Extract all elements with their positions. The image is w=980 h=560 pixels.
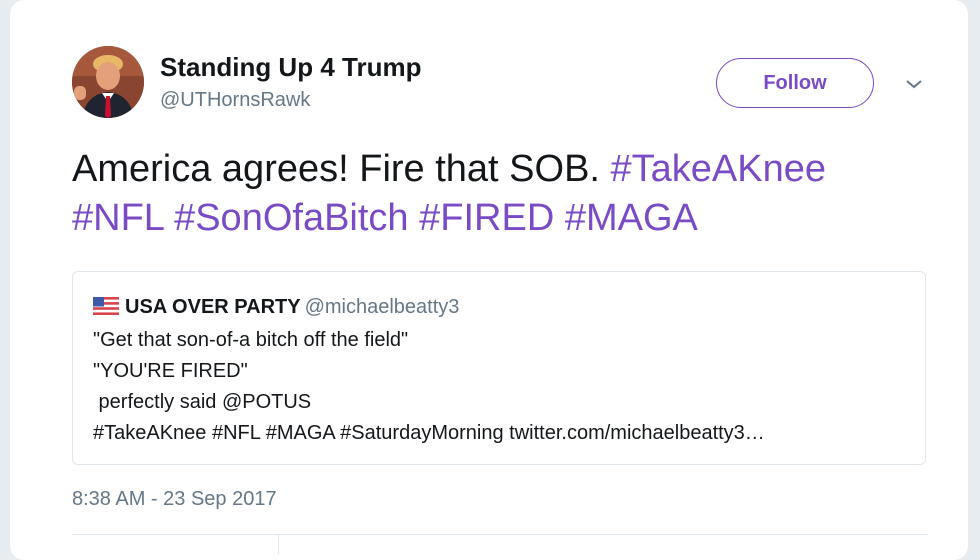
quoted-author-name: USA OVER PARTY [125, 296, 301, 318]
author-display-name[interactable]: Standing Up 4 Trump [160, 52, 421, 83]
quoted-author-handle: @michaelbeatty3 [304, 296, 460, 318]
follow-button[interactable]: Follow [716, 58, 874, 108]
tweet-body: America agrees! Fire that SOB. [72, 148, 611, 190]
quoted-tweet-header: USA OVER PARTY @michaelbeatty3 [93, 296, 459, 319]
hashtag-link[interactable]: #MAGA [565, 197, 698, 239]
author-handle[interactable]: @UTHornsRawk [160, 89, 310, 112]
tweet-card: Standing Up 4 Trump @UTHornsRawk Follow … [10, 0, 968, 560]
divider [278, 534, 279, 554]
profile-photo [72, 46, 144, 118]
divider [72, 534, 928, 535]
hashtag-link[interactable]: #NFL [72, 197, 164, 239]
quoted-tweet[interactable]: USA OVER PARTY @michaelbeatty3 "Get that … [72, 271, 926, 465]
quoted-text-line: #TakeAKnee #NFL #MAGA #SaturdayMorning t… [93, 422, 765, 444]
chevron-down-icon[interactable] [903, 76, 925, 92]
avatar[interactable] [72, 46, 144, 118]
us-flag-icon [93, 297, 119, 315]
tweet-timestamp[interactable]: 8:38 AM - 23 Sep 2017 [72, 488, 277, 511]
tweet-text: America agrees! Fire that SOB. #TakeAKne… [72, 145, 942, 243]
hashtag-link[interactable]: #SonOfaBitch [174, 197, 408, 239]
quoted-text-line: "Get that son-of-a bitch off the field" [93, 329, 409, 351]
hashtag-link[interactable]: #TakeAKnee [611, 148, 827, 190]
hashtag-link[interactable]: #FIRED [419, 197, 554, 239]
quoted-text-line: "YOU'RE FIRED" [93, 360, 248, 382]
quoted-text-line: perfectly said @POTUS [93, 391, 312, 413]
